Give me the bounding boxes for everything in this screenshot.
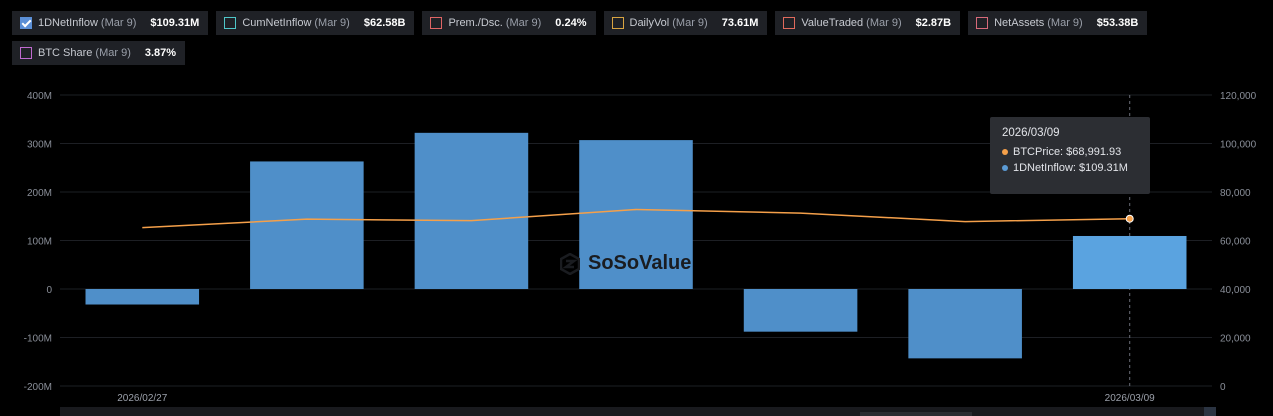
y-left-tick-label: 0 [46,285,52,296]
bar-2026/03/09 [1072,235,1187,289]
y-left-tick-label: -100M [24,334,52,345]
bar-2026/03/06 [908,289,1022,359]
tooltip-row-btcprice: BTCPrice: $68,991.93 [1002,146,1138,158]
sosovalue-logo-icon [560,252,580,275]
y-left-tick-label: 300M [27,140,52,151]
chart-zoom-track[interactable] [60,407,1215,416]
chart-tooltip: 2026/03/09 BTCPrice: $68,991.93 1DNetInf… [990,117,1150,194]
x-tick-label: 2026/02/27 [117,393,167,404]
watermark-text: SoSoValue [588,252,692,274]
y-left-tick-label: 100M [27,237,52,248]
tooltip-row-netinflow: 1DNetInflow: $109.31M [1002,162,1138,174]
netinflow-dot-icon [1002,165,1008,171]
chart: 400M 300M 200M 100M 0 -100M -200M 120,000 100,00… [24,91,1257,404]
x-tick-label: 2026/03/09 [1105,393,1155,404]
watermark: SoSoValue [560,252,691,275]
tooltip-btcprice-label: BTCPrice: $68,991.93 [1013,146,1122,158]
bar-2026/03/02 [250,161,364,289]
y-right-tick-label: 40,000 [1220,285,1251,296]
y-right-tick-label: 0 [1220,382,1226,393]
tooltip-date: 2026/03/09 [1002,127,1060,139]
chart-zoom-thumb[interactable] [860,412,972,416]
btcprice-dot-icon [1002,149,1008,155]
chart-zoom-handle[interactable] [1204,407,1216,416]
tooltip-netinflow-label: 1DNetInflow: $109.31M [1013,162,1128,174]
y-left-tick-label: 400M [27,91,52,102]
y-left-tick-label: 200M [27,188,52,199]
y-right-tick-label: 100,000 [1220,140,1257,151]
bar-2026/02/27 [85,289,200,305]
bar-2026/03/05 [743,289,858,332]
y-right-tick-label: 60,000 [1220,237,1251,248]
y-right-tick-label: 20,000 [1220,334,1251,345]
y-left-tick-label: -200M [24,382,52,393]
y-right-tick-label: 120,000 [1220,91,1257,102]
bar-2026/03/03 [414,132,529,289]
y-right-tick-label: 80,000 [1220,188,1251,199]
btcprice-highlight-point [1125,214,1134,223]
